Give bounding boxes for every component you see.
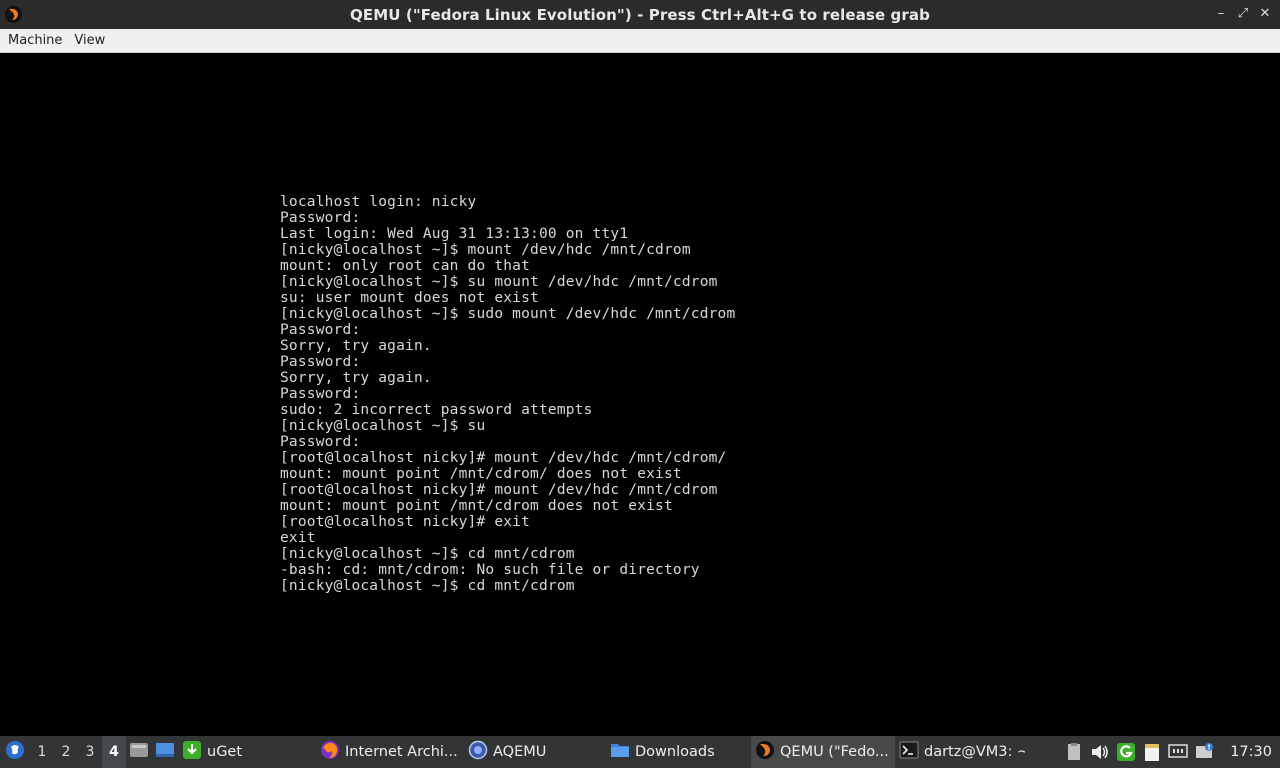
console-line: Password: [280,322,361,338]
clock[interactable]: 17:30 [1230,744,1272,760]
desktop-launcher[interactable] [152,736,178,768]
system-tray: 17:30 [1064,736,1280,768]
console-line: mount: only root can do that [280,258,531,274]
console-line: Password: [280,386,361,402]
task-internet-archive[interactable]: Internet Archi... [316,736,464,768]
task-aqemu[interactable]: AQEMU [464,736,606,768]
workspace-2[interactable]: 2 [54,736,78,768]
console-line: [root@localhost nicky]# mount /dev/hdc /… [280,482,718,498]
network-icon[interactable] [1168,742,1188,762]
menu-machine[interactable]: Machine [2,30,68,52]
task-label: uGet [207,744,243,760]
qemu-icon[interactable] [4,5,23,24]
console-line: Last login: Wed Aug 31 13:13:00 on tty1 [280,226,629,242]
show-desktop-button[interactable] [126,736,152,768]
console-line: sudo: 2 incorrect password attempts [280,402,593,418]
volume-icon[interactable] [1090,742,1110,762]
console-line: [root@localhost nicky]# exit [280,514,531,530]
task-label: dartz@VM3: ~ [924,744,1025,760]
uget-icon [182,740,202,764]
task-label: Downloads [635,744,715,760]
console-line: localhost login: nicky [280,194,477,210]
console-line: [nicky@localhost ~]$ su mount /dev/hdc /… [280,274,718,290]
console-line: Sorry, try again. [280,370,432,386]
firefox-icon [320,740,340,764]
start-menu-button[interactable] [0,736,30,768]
task-uget[interactable]: uGet [178,736,316,768]
task-label: QEMU ("Fedo... [780,744,889,760]
folder-icon [610,741,630,763]
terminal-icon [899,741,919,763]
console-line: Password: [280,210,361,226]
console-line: [nicky@localhost ~]$ su [280,418,486,434]
qemu-icon [755,740,775,764]
window-title: QEMU ("Fedora Linux Evolution") - Press … [350,5,930,24]
start-menu-icon [5,740,25,764]
workspace-4[interactable]: 4 [102,736,126,768]
console-line: Sorry, try again. [280,338,432,354]
console-line: exit [280,530,316,546]
updates-icon[interactable] [1194,742,1214,762]
console-line: Password: [280,434,361,450]
console-line: [root@localhost nicky]# mount /dev/hdc /… [280,450,727,466]
console-line: -bash: cd: mnt/cdrom: No such file or di… [280,562,700,578]
console-output: localhost login: nicky Password: Last logi… [280,194,735,594]
drive-icon [129,741,149,763]
console-line: [nicky@localhost ~]$ cd mnt/cdrom [280,578,575,594]
console-line: [nicky@localhost ~]$ mount /dev/hdc /mnt… [280,242,691,258]
minimize-button[interactable]: – [1212,4,1230,24]
console-line: mount: mount point /mnt/cdrom/ does not … [280,466,682,482]
window-controls: – ⤢ ✕ [1212,4,1274,24]
maximize-button[interactable]: ⤢ [1234,4,1252,24]
notes-icon[interactable] [1142,742,1162,762]
menu-bar: Machine View [0,29,1280,53]
task-downloads[interactable]: Downloads [606,736,751,768]
clipboard-icon[interactable] [1064,742,1084,762]
vm-console[interactable]: localhost login: nicky Password: Last logi… [0,53,1280,736]
task-label: Internet Archi... [345,744,458,760]
aqemu-icon [468,740,488,764]
console-line: mount: mount point /mnt/cdrom does not e… [280,498,673,514]
console-line: su: user mount does not exist [280,290,539,306]
close-button[interactable]: ✕ [1256,4,1274,24]
console-line: Password: [280,354,361,370]
uget-tray-icon[interactable] [1116,742,1136,762]
task-qemu[interactable]: QEMU ("Fedo... [751,736,895,768]
taskbar: 1 2 3 4 uGet Internet Archi... AQEMU Dow… [0,736,1280,768]
window-titlebar[interactable]: QEMU ("Fedora Linux Evolution") - Press … [0,0,1280,29]
console-line: [nicky@localhost ~]$ sudo mount /dev/hdc… [280,306,736,322]
workspace-3[interactable]: 3 [78,736,102,768]
task-label: AQEMU [493,744,547,760]
task-terminal[interactable]: dartz@VM3: ~ [895,736,1025,768]
workspace-1[interactable]: 1 [30,736,54,768]
desktop-icon [155,741,175,763]
menu-view[interactable]: View [68,30,111,52]
console-line: [nicky@localhost ~]$ cd mnt/cdrom [280,546,575,562]
